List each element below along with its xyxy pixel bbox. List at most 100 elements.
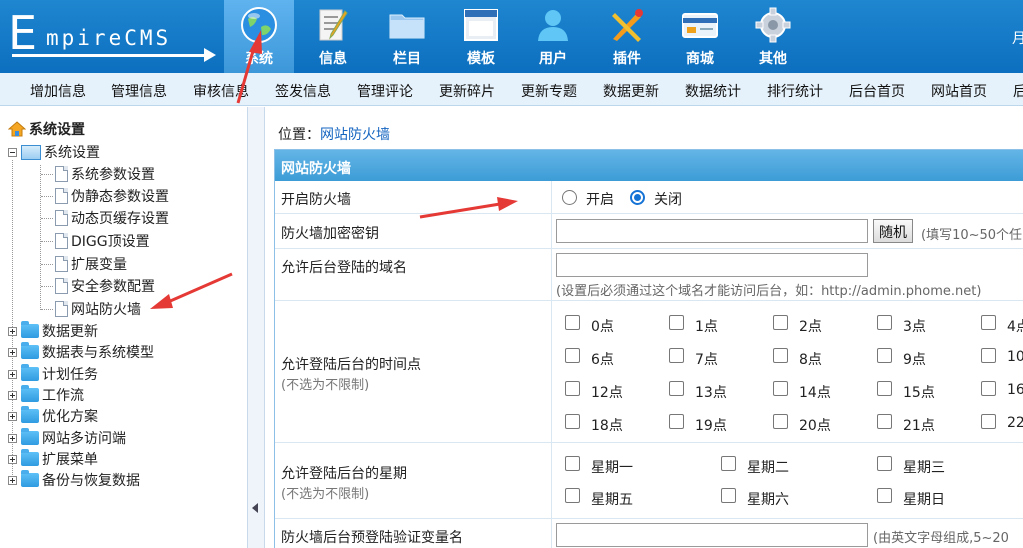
breadcrumb-prefix: 位置： <box>278 127 320 143</box>
weekday-checkbox[interactable] <box>721 456 736 471</box>
breadcrumb-link[interactable]: 网站防火墙 <box>320 127 390 143</box>
subnav-update-fragments[interactable]: 更新碎片 <box>439 81 495 101</box>
tree-folder-ext-menu[interactable]: 扩展菜单 <box>8 449 98 469</box>
tree-item-firewall[interactable]: 网站防火墙 <box>55 299 141 319</box>
key-label: 防火墙加密密钥 <box>275 214 552 248</box>
hour-checkbox[interactable] <box>877 315 892 330</box>
radio-enable-off[interactable] <box>630 190 645 205</box>
hours-grid: 0点 1点 2点 3点 4点 6点 7点 8点 9点 10 12点 13点 14点 15点 16 18点 19点… <box>553 301 1023 442</box>
expand-icon[interactable] <box>8 369 17 379</box>
hour-checkbox[interactable] <box>773 315 788 330</box>
subnav-review-info[interactable]: 审核信息 <box>193 81 249 101</box>
expand-icon[interactable] <box>8 454 17 464</box>
collapse-left-icon[interactable] <box>252 503 258 513</box>
tree-root[interactable]: 系统设置 <box>8 119 85 139</box>
logo-line <box>12 54 208 57</box>
tree-folder-backup[interactable]: 备份与恢复数据 <box>8 470 140 490</box>
weekday-checkbox[interactable] <box>877 488 892 503</box>
nav-plugin[interactable]: 插件 <box>592 0 662 73</box>
nav-info[interactable]: 信息 <box>298 0 368 73</box>
hour-checkbox[interactable] <box>669 348 684 363</box>
tree-folder-tasks[interactable]: 计划任务 <box>8 364 98 384</box>
expand-icon[interactable] <box>8 433 17 443</box>
expand-icon[interactable] <box>8 347 17 357</box>
hour-checkbox[interactable] <box>669 414 684 429</box>
domain-label: 允许后台登陆的域名 <box>275 249 552 300</box>
subnav-manage-comments[interactable]: 管理评论 <box>357 81 413 101</box>
subnav-rank-stats[interactable]: 排行统计 <box>767 81 823 101</box>
expand-icon[interactable] <box>8 390 17 400</box>
hour-checkbox[interactable] <box>565 414 580 429</box>
sidebar-splitter[interactable] <box>247 107 265 548</box>
tree-item-ext-vars[interactable]: 扩展变量 <box>55 254 127 274</box>
folder-icon <box>21 406 39 423</box>
tree-folder-multi-access[interactable]: 网站多访问端 <box>8 428 126 448</box>
nav-other[interactable]: 其他 <box>738 0 808 73</box>
admin-domain-input[interactable] <box>556 253 868 277</box>
folder-icon <box>389 14 425 39</box>
collapse-icon[interactable] <box>8 147 17 157</box>
hour-checkbox[interactable] <box>981 348 996 363</box>
subnav-overflow[interactable]: 后 <box>1013 81 1023 101</box>
tree-folder-label: 计划任务 <box>42 367 98 383</box>
tree-item-digg[interactable]: DIGG顶设置 <box>55 231 150 251</box>
subnav-site-home[interactable]: 网站首页 <box>931 81 987 101</box>
expand-icon[interactable] <box>8 326 17 336</box>
hour-checkbox[interactable] <box>773 348 788 363</box>
subnav-data-stats[interactable]: 数据统计 <box>685 81 741 101</box>
hour-label: 14点 <box>799 385 831 401</box>
hour-label: 19点 <box>695 418 727 434</box>
subnav-add-info[interactable]: 增加信息 <box>30 81 86 101</box>
hour-label: 7点 <box>695 352 718 368</box>
hour-label: 1点 <box>695 319 718 335</box>
tree-folder-data-update[interactable]: 数据更新 <box>8 321 98 341</box>
weekday-checkbox[interactable] <box>877 456 892 471</box>
hour-checkbox[interactable] <box>981 414 996 429</box>
hour-checkbox[interactable] <box>877 348 892 363</box>
hour-checkbox[interactable] <box>981 315 996 330</box>
subnav-sign-info[interactable]: 签发信息 <box>275 81 331 101</box>
hour-checkbox[interactable] <box>773 414 788 429</box>
expand-icon[interactable] <box>8 475 17 485</box>
hour-checkbox[interactable] <box>669 381 684 396</box>
hour-checkbox[interactable] <box>773 381 788 396</box>
subnav-update-topics[interactable]: 更新专题 <box>521 81 577 101</box>
hour-checkbox[interactable] <box>877 381 892 396</box>
tree-folder-workflow[interactable]: 工作流 <box>8 385 84 405</box>
verify-varname-input[interactable] <box>556 523 868 547</box>
tree-item-rewrite[interactable]: 伪静态参数设置 <box>55 186 169 206</box>
expand-icon[interactable] <box>8 411 17 421</box>
random-key-button[interactable]: 随机 <box>873 219 913 243</box>
tree-folder-tables[interactable]: 数据表与系统模型 <box>8 342 154 362</box>
nav-system[interactable]: 系统 <box>224 0 294 73</box>
tree-folder-optimize[interactable]: 优化方案 <box>8 406 98 426</box>
hour-checkbox[interactable] <box>981 381 996 396</box>
domain-hint: (设置后必须通过这个域名才能访问后台，如：http://admin.phome.… <box>556 284 982 299</box>
nav-label: 栏目 <box>393 51 421 67</box>
hour-checkbox[interactable] <box>877 414 892 429</box>
tree-item-system-params[interactable]: 系统参数设置 <box>55 164 155 184</box>
radio-enable-on[interactable] <box>562 190 577 205</box>
hour-checkbox[interactable] <box>565 381 580 396</box>
tree-group-system[interactable]: 系统设置 <box>8 142 100 162</box>
tree-item-cache[interactable]: 动态页缓存设置 <box>55 208 169 228</box>
nav-template[interactable]: 模板 <box>446 0 516 73</box>
hour-checkbox[interactable] <box>565 315 580 330</box>
hour-checkbox[interactable] <box>565 348 580 363</box>
weekday-checkbox[interactable] <box>721 488 736 503</box>
nav-column[interactable]: 栏目 <box>372 0 442 73</box>
tree-item-security[interactable]: 安全参数配置 <box>55 276 155 296</box>
subnav-data-update[interactable]: 数据更新 <box>603 81 659 101</box>
tree-folder-label: 优化方案 <box>42 409 98 425</box>
subnav-manage-info[interactable]: 管理信息 <box>111 81 167 101</box>
weekday-checkbox[interactable] <box>565 488 580 503</box>
subnav-admin-home[interactable]: 后台首页 <box>849 81 905 101</box>
nav-label: 系统 <box>245 51 273 67</box>
firewall-key-input[interactable] <box>556 219 868 243</box>
tree-item-label: DIGG顶设置 <box>71 234 150 250</box>
hour-checkbox[interactable] <box>669 315 684 330</box>
nav-user[interactable]: 用户 <box>518 0 588 73</box>
weekday-checkbox[interactable] <box>565 456 580 471</box>
nav-shop[interactable]: 商城 <box>665 0 735 73</box>
globe-icon <box>241 7 277 43</box>
